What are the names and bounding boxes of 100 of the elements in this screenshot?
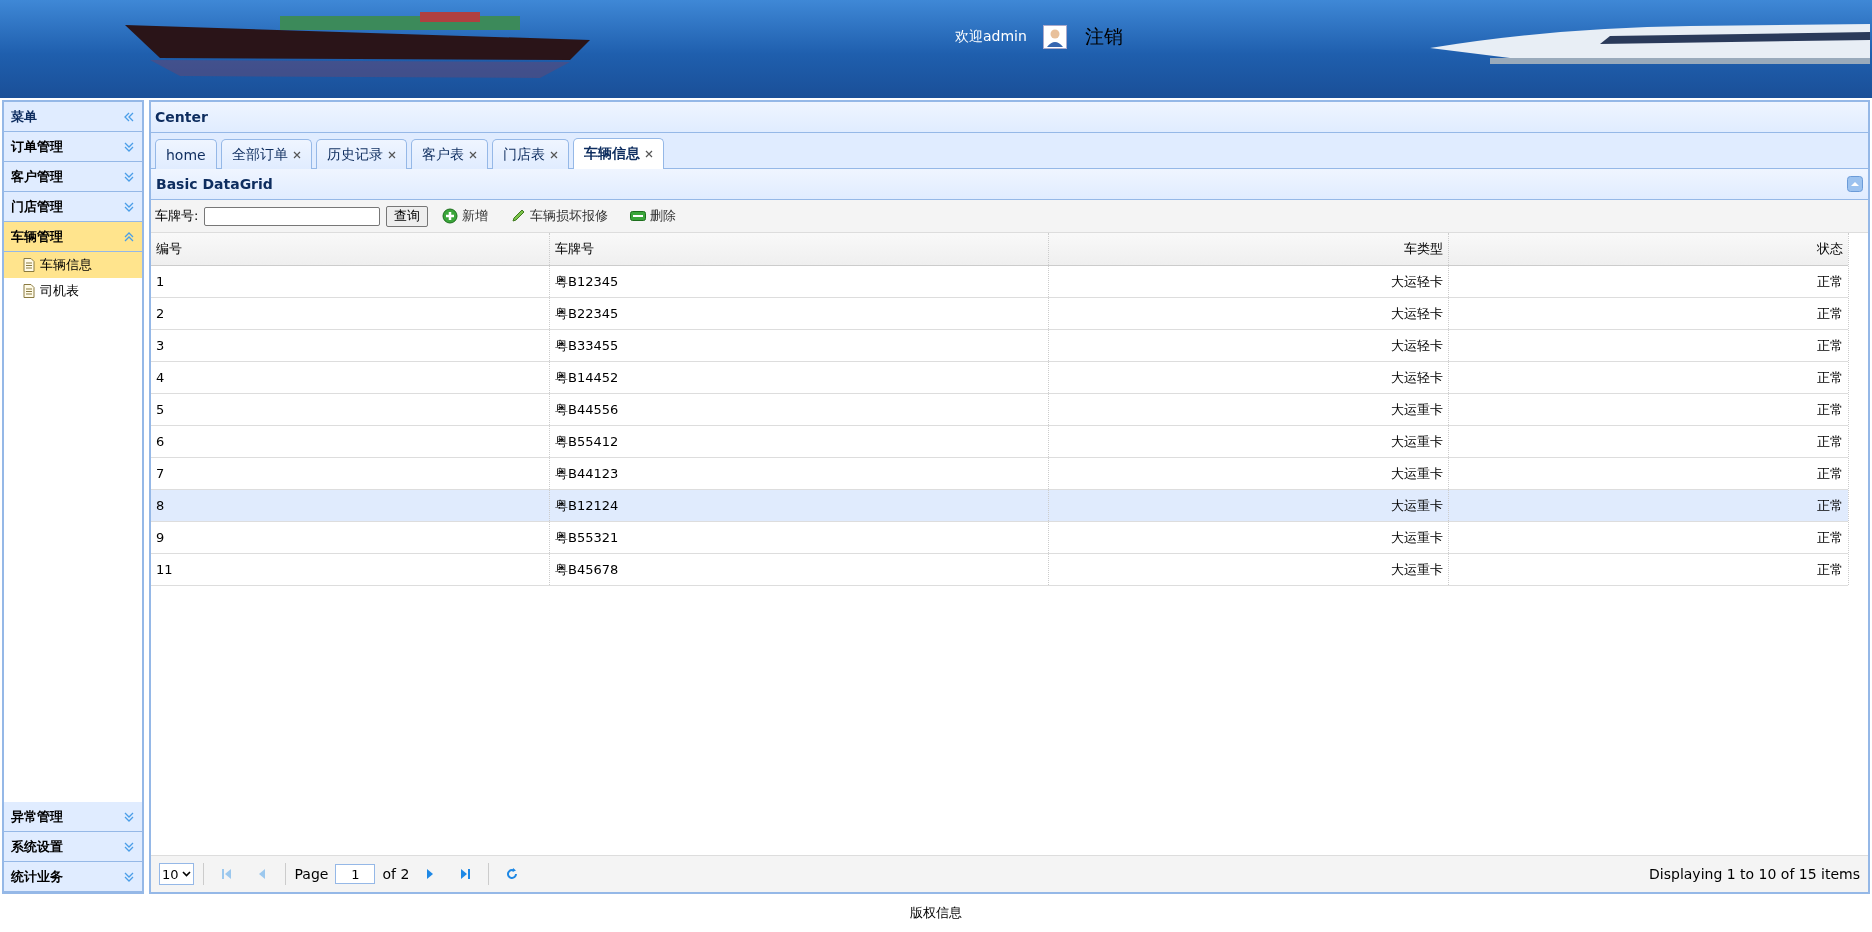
table-cell: 8 <box>151 490 550 521</box>
accordion-title: 车辆管理 <box>11 227 63 246</box>
logout-link[interactable]: 注销 <box>1084 24 1123 50</box>
column-header[interactable]: 编号 <box>151 233 550 265</box>
chevron-down-icon[interactable] <box>123 840 135 853</box>
table-cell: 正常 <box>1449 266 1849 297</box>
tab-label: 历史记录 <box>326 145 383 164</box>
table-cell: 正常 <box>1449 490 1849 521</box>
search-button[interactable]: 查询 <box>386 205 429 227</box>
tab-label: 车辆信息 <box>583 145 640 163</box>
toolbar-button-label: 车辆损坏报修 <box>530 207 609 225</box>
collapse-up-icon[interactable] <box>1847 176 1863 192</box>
menu-item[interactable]: 司机表 <box>4 278 142 304</box>
tab[interactable]: 全部订单 <box>220 139 312 169</box>
copyright-text: 版权信息 <box>910 904 962 922</box>
menu-title: 菜单 <box>11 107 37 126</box>
plate-search-field[interactable] <box>204 206 381 226</box>
table-row[interactable]: 1 粤B12345 大运轻卡 正常 <box>151 266 1848 298</box>
table-row[interactable]: 9 粤B55321 大运重卡 正常 <box>151 522 1848 554</box>
accordion-header[interactable]: 统计业务 <box>4 862 142 892</box>
table-row[interactable]: 2 粤B22345 大运轻卡 正常 <box>151 298 1848 330</box>
table-cell: 正常 <box>1449 362 1849 393</box>
table-row[interactable]: 11 粤B45678 大运重卡 正常 <box>151 554 1848 586</box>
accordion-header[interactable]: 门店管理 <box>4 192 142 222</box>
accordion-title: 客户管理 <box>11 167 63 186</box>
chevron-down-icon[interactable] <box>123 170 135 183</box>
document-icon <box>23 258 35 272</box>
close-icon[interactable] <box>468 150 477 159</box>
table-row[interactable]: 3 粤B33455 大运轻卡 正常 <box>151 330 1848 362</box>
table-cell: 大运重卡 <box>1049 394 1449 425</box>
accordion-header[interactable]: 订单管理 <box>4 132 142 162</box>
accordion-title: 门店管理 <box>11 197 63 216</box>
dropdown-caret-icon <box>181 871 191 877</box>
table-cell: 正常 <box>1449 298 1849 329</box>
chevron-up-icon[interactable] <box>123 230 135 243</box>
tab-label: 客户表 <box>421 145 464 164</box>
table-cell: 大运重卡 <box>1049 490 1449 521</box>
table-cell: 正常 <box>1449 522 1849 553</box>
table-cell: 5 <box>151 394 550 425</box>
close-icon[interactable] <box>292 150 301 159</box>
page-count: of 2 <box>382 866 410 882</box>
table-cell: 粤B12124 <box>550 490 1049 521</box>
toolbar-button[interactable]: 车辆损坏报修 <box>502 207 617 225</box>
page-size-select[interactable]: 10 <box>159 863 194 885</box>
table-cell: 2 <box>151 298 550 329</box>
table-cell: 11 <box>151 554 550 585</box>
table-cell: 粤B55412 <box>550 426 1049 457</box>
table-cell: 大运轻卡 <box>1049 298 1449 329</box>
accordion-header[interactable]: 客户管理 <box>4 162 142 192</box>
toolbar-button-label: 新增 <box>462 207 489 225</box>
toolbar-button-label: 删除 <box>650 207 677 225</box>
chevron-down-icon[interactable] <box>123 810 135 823</box>
tab[interactable]: 门店表 <box>491 139 569 169</box>
column-header[interactable]: 车牌号 <box>550 233 1049 265</box>
tab[interactable]: 车辆信息 <box>572 138 664 169</box>
search-label: 车牌号: <box>155 207 199 225</box>
table-cell: 1 <box>151 266 550 297</box>
column-header[interactable]: 车类型 <box>1049 233 1449 265</box>
accordion-title: 统计业务 <box>11 867 63 886</box>
tab[interactable]: 客户表 <box>410 139 488 169</box>
panel-title: Center <box>151 102 1868 133</box>
chevron-down-icon[interactable] <box>123 870 135 883</box>
plus-icon <box>442 208 459 224</box>
minus-icon <box>630 210 647 222</box>
chevron-down-icon[interactable] <box>123 200 135 213</box>
accordion-title: 订单管理 <box>11 137 63 156</box>
table-cell: 3 <box>151 330 550 361</box>
toolbar-button[interactable]: 新增 <box>434 207 497 225</box>
close-icon[interactable] <box>644 150 653 158</box>
tab-label: 全部订单 <box>231 145 288 164</box>
tab[interactable]: 历史记录 <box>315 139 407 169</box>
table-cell: 大运重卡 <box>1049 426 1449 457</box>
toolbar-button[interactable]: 删除 <box>622 207 685 225</box>
menu-item-label: 司机表 <box>40 282 79 300</box>
close-icon[interactable] <box>387 150 396 159</box>
table-row[interactable]: 5 粤B44556 大运重卡 正常 <box>151 394 1848 426</box>
table-cell: 正常 <box>1449 554 1849 585</box>
pagination-summary: Displaying 1 to 10 of 15 items <box>1649 866 1860 882</box>
table-cell: 大运重卡 <box>1049 554 1449 585</box>
tab-label: 门店表 <box>502 145 545 164</box>
pencil-icon <box>510 208 527 224</box>
accordion-header[interactable]: 车辆管理 <box>4 222 142 252</box>
tab[interactable]: home <box>155 139 217 169</box>
chevron-down-icon[interactable] <box>123 140 135 153</box>
user-avatar-icon <box>1042 25 1067 49</box>
table-cell: 正常 <box>1449 458 1849 489</box>
table-row[interactable]: 6 粤B55412 大运重卡 正常 <box>151 426 1848 458</box>
table-cell: 粤B22345 <box>550 298 1049 329</box>
accordion-title: 系统设置 <box>11 837 63 856</box>
column-header[interactable]: 状态 <box>1449 233 1849 265</box>
collapse-left-icon[interactable] <box>123 110 135 123</box>
accordion-header[interactable]: 系统设置 <box>4 832 142 862</box>
table-cell: 9 <box>151 522 550 553</box>
page-number-field[interactable]: 1 <box>335 864 376 884</box>
menu-item[interactable]: 车辆信息 <box>4 252 142 278</box>
close-icon[interactable] <box>549 150 558 159</box>
accordion-header[interactable]: 异常管理 <box>4 802 142 832</box>
table-cell: 粤B45678 <box>550 554 1049 585</box>
table-row[interactable]: 4 粤B14452 大运轻卡 正常 <box>151 362 1848 394</box>
table-row[interactable]: 8 粤B12124 大运重卡 正常 <box>151 490 1848 522</box>
